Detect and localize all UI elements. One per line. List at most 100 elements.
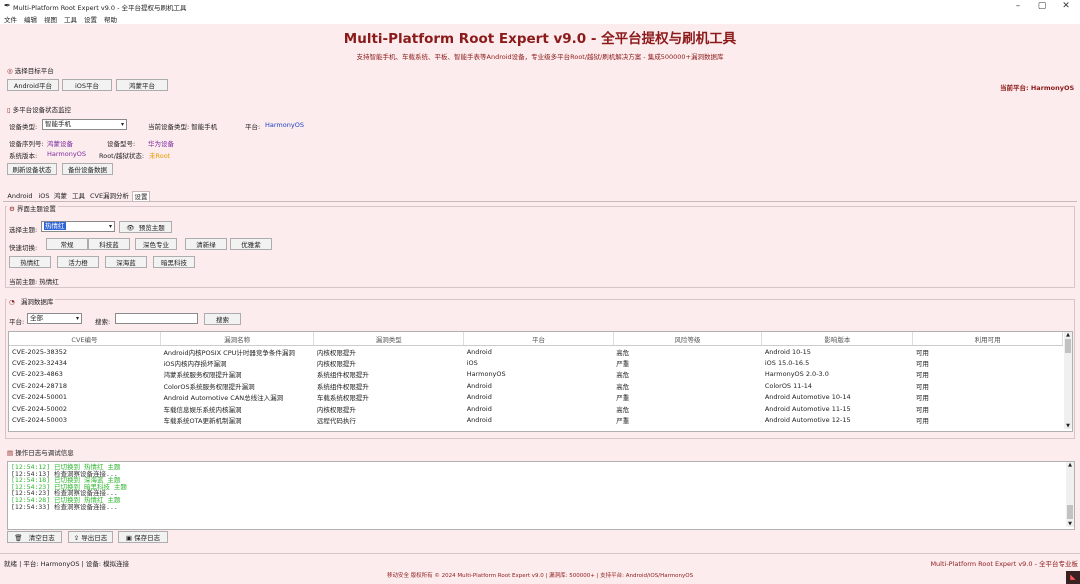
table-row[interactable]: CVE-2024-50003 车载系统OTA更新机制漏洞 远程代码执行 Android… [9,414,1063,425]
eye-icon: 👁 [126,224,135,232]
theme-button-alt-0[interactable]: 热情红 [9,256,51,268]
table-cell: iOS [466,359,478,368]
chevron-down-icon: ▾ [108,223,112,230]
trash-icon: 🗑 [14,534,23,542]
theme-button-alt-3[interactable]: 暗黑科技 [153,256,195,268]
search-button[interactable]: 搜索 [204,313,241,325]
column-header-5[interactable]: 影响版本 [761,332,914,346]
table-cell: 高危 [616,405,630,414]
theme-button-4[interactable]: 优雅紫 [230,238,272,250]
page-subtitle: 支持智能手机、车载系统、平板、智能手表等Android设备，专业级多平台Root… [356,53,724,61]
tab-0[interactable]: Android [5,191,35,201]
tab-divider [3,201,1077,202]
scroll-thumb[interactable] [1065,339,1071,353]
current-device-type: 当前设备类型: 智能手机 [148,123,218,131]
tab-1[interactable]: iOS [37,191,51,201]
scroll-up-icon[interactable]: ▲ [1066,462,1074,468]
table-row[interactable]: CVE-2024-50001 Android Automotive CAN总线注入… [9,392,1063,403]
column-header-0[interactable]: CVE编号 [9,332,161,346]
table-cell: Android Automotive 12-15 [764,416,851,425]
vuln-platform-select[interactable]: 全部 ▾ [27,313,82,324]
column-header-3[interactable]: 平台 [463,332,614,346]
page-title: Multi-Platform Root Expert v9.0 - 全平台提权与… [343,31,737,47]
table-cell: CVE-2024-50001 [12,393,68,402]
table-cell: 车载系统OTA更新机制漏洞 [163,417,242,426]
theme-select[interactable]: 热情红 ▾ [41,221,115,232]
table-cell: 严重 [616,394,630,403]
theme-button-alt-2[interactable]: 深海蓝 [105,256,147,268]
menu-item-2[interactable]: 视图 [44,16,57,24]
table-cell: CVE-2024-50002 [12,404,68,413]
table-cell: 内核权限提升 [316,360,356,369]
table-row[interactable]: CVE-2024-50002 车载信息娱乐系统内核漏洞 内核权限提升 Android 高… [9,403,1063,414]
table-cell: CVE-2025-38352 [12,347,68,356]
table-cell: Android [466,381,492,390]
theme-button-2[interactable]: 深色专业 [135,238,177,250]
menu-item-1[interactable]: 编辑 [24,16,37,24]
scroll-down-icon[interactable]: ▼ [1064,423,1072,429]
theme-select-label: 选择主题: [9,226,38,234]
theme-button-3[interactable]: 清新绿 [185,238,227,250]
tab-4[interactable]: CVE漏洞分析 [88,191,131,201]
export-log-button[interactable]: ⇪ 导出日志 [68,531,113,543]
table-cell: 内核权限提升 [316,348,356,357]
search-input[interactable] [115,313,198,324]
table-cell: 可用 [915,371,929,380]
backup-device-button[interactable]: 备份设备数据 [62,163,113,175]
vuln-scrollbar[interactable]: ▲ ▼ [1064,332,1072,429]
table-row[interactable]: CVE-2024-28718 ColorOS系统服务权限提升漏洞 系统组件权限提升 A… [9,380,1063,391]
vuln-table-box: CVE编号 漏洞名称 漏洞类型 平台 风险等级 影响版本 利用可用 CVE-2025-383… [8,331,1073,432]
device-type-select[interactable]: 智能手机 ▾ [42,119,127,130]
table-cell: 可用 [915,360,929,369]
ios-platform-button[interactable]: iOS平台 [62,79,112,91]
column-header-1[interactable]: 漏洞名称 [160,332,315,346]
menu-item-0[interactable]: 文件 [4,16,17,24]
log-scrollbar[interactable]: ▲ ▼ [1066,462,1074,527]
scroll-up-icon[interactable]: ▲ [1064,332,1072,338]
scroll-thumb[interactable] [1067,505,1073,519]
table-cell: 严重 [616,360,630,369]
table-cell: 系统组件权限提升 [316,371,369,380]
table-cell: 系统组件权限提升 [316,382,369,391]
theme-button-alt-1[interactable]: 活力橙 [57,256,99,268]
save-log-button[interactable]: ▣ 保存日志 [118,531,168,543]
table-row[interactable]: CVE-2023-32434 iOS内核内存损坏漏洞 内核权限提升 iOS 严重 iOS … [9,357,1063,368]
log-line: [12:54:33] 检查洞察设备连接... [11,502,118,511]
table-row[interactable]: CVE-2025-38352 Android内核POSIX CPU计时器竞争条件漏… [9,346,1063,358]
column-header-6[interactable]: 利用可用 [912,332,1063,346]
device-icon: ▯ [7,106,11,114]
tab-5[interactable]: 设置 [132,191,150,201]
refresh-device-button[interactable]: 刷新设备状态 [7,163,57,175]
table-cell: 可用 [915,417,929,426]
clear-log-button[interactable]: 🗑 清空日志 [7,531,62,543]
maximize-button[interactable]: ▢ [1032,0,1052,12]
table-cell: 严重 [616,417,630,426]
menu-item-5[interactable]: 帮助 [104,16,117,24]
vuln-table: CVE编号 漏洞名称 漏洞类型 平台 风险等级 影响版本 利用可用 CVE-2025-383… [9,332,1063,426]
table-cell: Android [466,347,492,356]
tab-2[interactable]: 鸿蒙 [52,191,69,201]
log-box[interactable]: [12:54:12] 已切换到 热情红 主题 [12:54:13] 检查洞察设备连… [7,461,1075,530]
close-button[interactable]: ✕ [1056,0,1076,12]
column-header-2[interactable]: 漏洞类型 [313,332,465,346]
table-cell: CVE-2024-50003 [12,416,68,425]
table-cell: HarmonyOS [466,370,506,379]
theme-button-0[interactable]: 常规 [46,238,88,250]
current-theme: 当前主题: 热情红 [9,278,59,286]
menu-item-4[interactable]: 设置 [84,16,97,24]
chevron-down-icon: ▾ [75,315,79,322]
theme-button-1[interactable]: 科技蓝 [88,238,130,250]
android-platform-button[interactable]: Android平台 [7,79,59,91]
column-header-4[interactable]: 风险等级 [613,332,763,346]
search-label: 搜索: [95,318,111,326]
quick-switch-label: 快速切换: [9,244,38,252]
menu-item-3[interactable]: 工具 [64,16,77,24]
table-row[interactable]: CVE-2023-4863 鸿蒙系统服务权限提升漏洞 系统组件权限提升 Harmony… [9,369,1063,380]
minimize-button[interactable]: – [1008,0,1028,12]
tab-3[interactable]: 工具 [70,191,87,201]
table-cell: CVE-2023-4863 [12,370,63,379]
harmony-platform-button[interactable]: 鸿蒙平台 [116,79,168,91]
resize-grip-icon[interactable]: ◣ [1066,571,1080,584]
preview-theme-button[interactable]: 👁 预览主题 [119,221,172,233]
scroll-down-icon[interactable]: ▼ [1066,521,1074,527]
